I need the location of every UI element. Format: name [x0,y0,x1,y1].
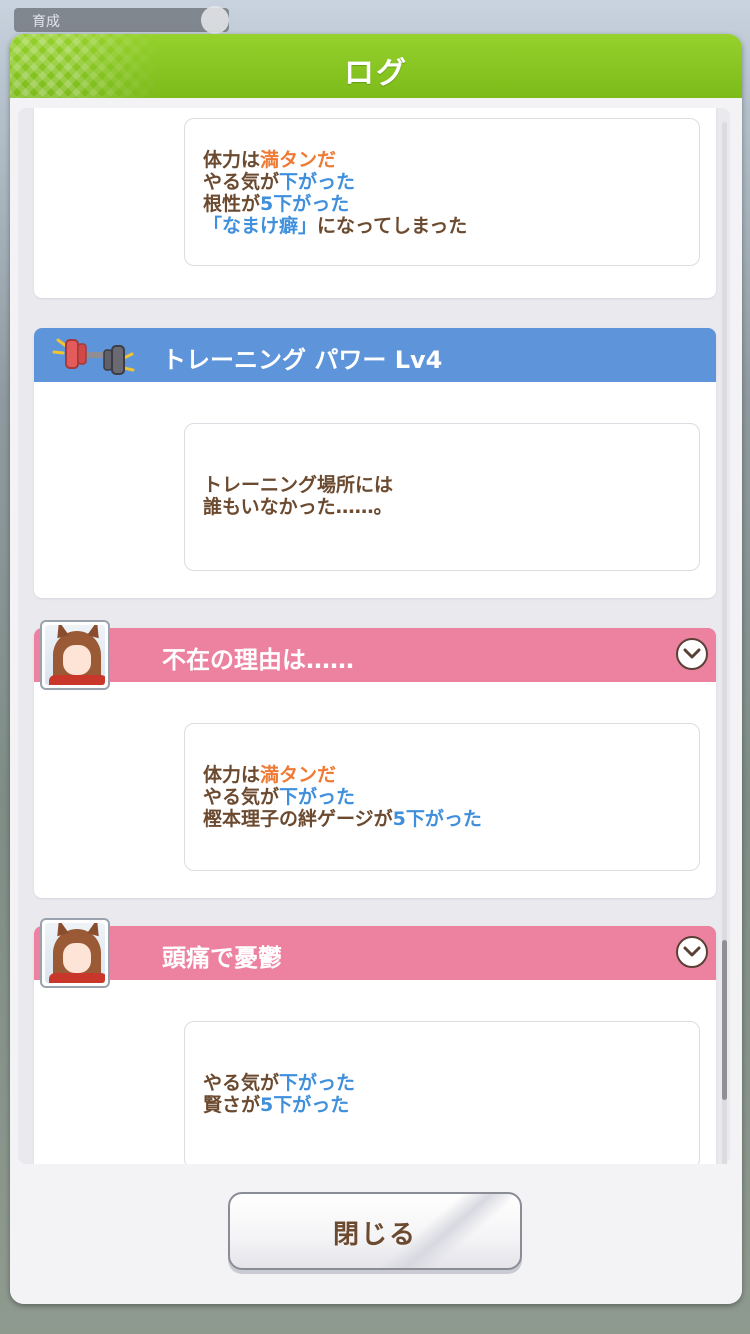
event-header-band: 頭痛で憂鬱 [34,926,716,980]
effect-text: 根性が [203,193,261,215]
effect-line: 根性が5下がった [203,193,689,215]
expand-chevron-button[interactable] [676,936,708,968]
effect-message-box: 体力は満タンだ やる気が下がった 根性が5下がった 「なまけ癖」になってしまった [184,118,700,266]
highlight-text: 下がった [279,171,356,193]
effect-line: 賢さが5下がった [203,1094,689,1116]
highlight-text: 「なまけ癖」 [203,215,318,237]
event-message-box: やる気が下がった 賢さが5下がった [184,1021,700,1164]
background-chip-label: 育成 [32,14,60,30]
effect-line: 誰もいなかった……。 [203,496,689,518]
effect-line: 樫本理子の絆ゲージが5下がった [203,808,689,830]
effect-text: になってしまった [317,215,468,237]
event-title: 頭痛で憂鬱 [162,944,282,972]
log-entry-card: 頭痛で憂鬱 やる気が下がった 賢さが5下がった [34,926,716,1164]
effect-text: やる気が [203,1072,280,1094]
close-button-label: 閉じる [332,1220,417,1250]
close-button[interactable]: 閉じる [228,1192,522,1270]
dumbbell-icon [52,338,135,375]
scrollbar-thumb[interactable] [722,940,727,1100]
effect-line: 体力は満タンだ [203,149,689,171]
effect-text: やる気が [203,171,280,193]
training-message-box: トレーニング場所には 誰もいなかった……。 [184,423,700,571]
effect-text: 体力は [203,149,261,171]
event-message-box: 体力は満タンだ やる気が下がった 樫本理子の絆ゲージが5下がった [184,723,700,871]
dialog-title: ログ [344,56,408,91]
log-entry-card: トレーニング パワー Lv4 トレーニング場所には 誰もいなかった……。 [34,328,716,598]
effect-text: 誰もいなかった……。 [203,496,393,518]
highlight-text: 満タンだ [260,764,337,786]
effect-line: やる気が下がった [203,171,689,193]
character-portrait [40,620,110,690]
highlight-text: 満タンだ [260,149,337,171]
effect-line: やる気が下がった [203,786,689,808]
highlight-text: 下がった [279,786,356,808]
event-lines: 体力は満タンだ やる気が下がった 樫本理子の絆ゲージが5下がった [203,764,689,830]
log-scrollbar[interactable] [722,122,727,1182]
effect-text: やる気が [203,786,280,808]
chevron-down-icon [683,946,701,957]
effect-line: トレーニング場所には [203,474,689,496]
background-status-chip: 育成 [14,6,229,34]
background-chip-dot [201,6,229,34]
effect-text: 樫本理子の絆ゲージが [203,808,393,830]
effect-lines: 体力は満タンだ やる気が下がった 根性が5下がった 「なまけ癖」になってしまった [203,149,689,237]
log-entry-card: 不在の理由は…… 体力は満タンだ やる気が下がった 樫本理子の絆ゲージが5下がった [34,628,716,898]
highlight-text: 5下がった [392,808,482,830]
character-portrait [40,918,110,988]
log-entry-card: 体力は満タンだ やる気が下がった 根性が5下がった 「なまけ癖」になってしまった [34,108,716,298]
chevron-down-icon [683,648,701,659]
highlight-text: 5下がった [260,193,350,215]
effect-text: 賢さが [203,1094,261,1116]
effect-line: 体力は満タンだ [203,764,689,786]
event-lines: やる気が下がった 賢さが5下がった [203,1072,689,1116]
effect-text: トレーニング場所には [203,474,394,496]
highlight-text: 下がった [279,1072,356,1094]
training-header-band: トレーニング パワー Lv4 [34,328,716,382]
dialog-footer: 閉じる [10,1164,742,1304]
event-header-band: 不在の理由は…… [34,628,716,682]
expand-chevron-button[interactable] [676,638,708,670]
effect-line: やる気が下がった [203,1072,689,1094]
log-dialog: ログ 体力は満タンだ やる気が下がった 根性が5下がった 「なまけ癖」になってしまった [10,34,742,1304]
highlight-text: 5下がった [260,1094,350,1116]
log-scroll-area[interactable]: 体力は満タンだ やる気が下がった 根性が5下がった 「なまけ癖」になってしまった トレ… [18,108,730,1164]
effect-text: 体力は [203,764,261,786]
effect-line: 「なまけ癖」になってしまった [203,215,689,237]
training-lines: トレーニング場所には 誰もいなかった……。 [203,474,689,518]
dialog-header: ログ [10,34,742,98]
event-title: 不在の理由は…… [162,646,354,674]
training-title: トレーニング パワー Lv4 [162,346,443,374]
